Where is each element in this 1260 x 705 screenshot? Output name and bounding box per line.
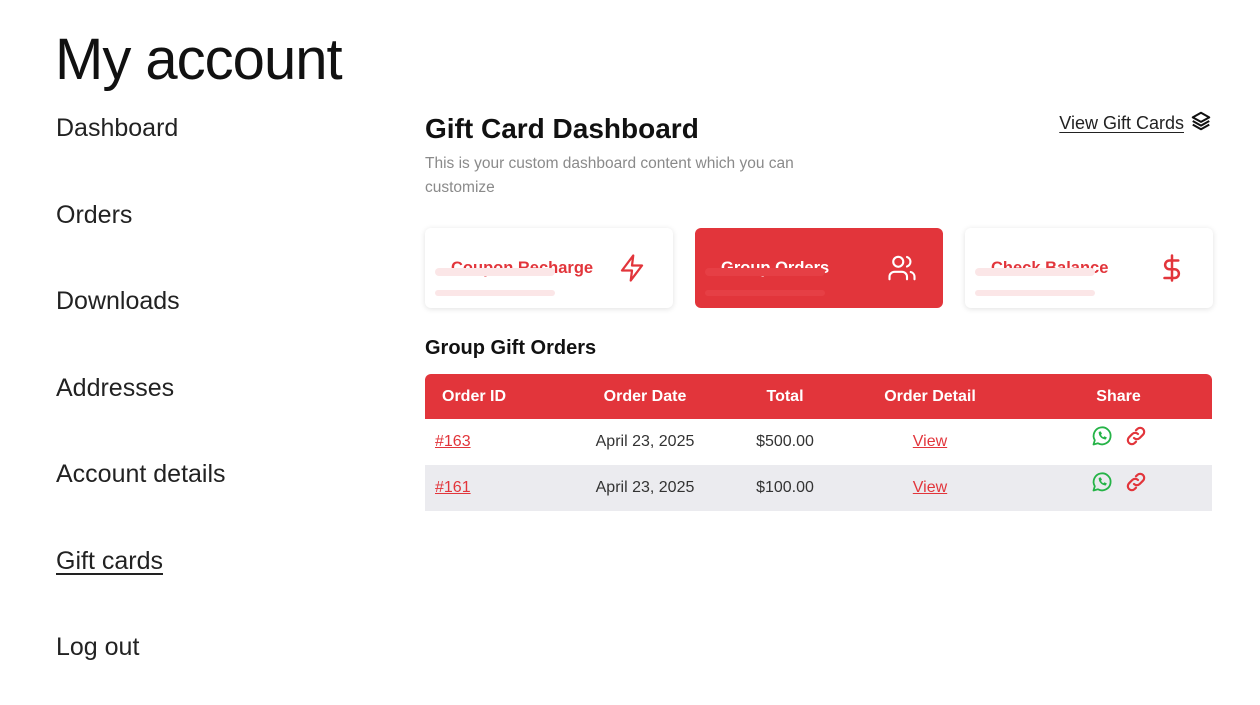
card-placeholder-bar bbox=[705, 268, 825, 276]
view-order-link[interactable]: View bbox=[913, 479, 947, 496]
account-navigation: Dashboard Orders Downloads Addresses Acc… bbox=[56, 113, 356, 705]
nav-item-account-details[interactable]: Account details bbox=[56, 459, 356, 546]
order-date-cell: April 23, 2025 bbox=[555, 465, 735, 511]
action-cards: Coupon Recharge Group Orders bbox=[425, 228, 1213, 308]
order-total-cell: $100.00 bbox=[735, 465, 835, 511]
card-placeholder-bar bbox=[435, 268, 555, 276]
page-title: My account bbox=[55, 27, 343, 92]
view-gift-cards-link[interactable]: View Gift Cards bbox=[1059, 113, 1184, 134]
column-header-total: Total bbox=[766, 387, 804, 405]
nav-item-dashboard[interactable]: Dashboard bbox=[56, 113, 356, 200]
view-gift-cards-link-wrap: View Gift Cards bbox=[1059, 110, 1212, 137]
card-placeholder-bar bbox=[975, 290, 1095, 296]
order-id-cell: #161 bbox=[425, 465, 555, 511]
column-header-order-date: Order Date bbox=[603, 387, 687, 405]
share-cell bbox=[1025, 419, 1212, 465]
card-placeholder-bar bbox=[435, 290, 555, 296]
whatsapp-icon[interactable] bbox=[1090, 424, 1114, 448]
copy-link-icon[interactable] bbox=[1124, 424, 1148, 448]
nav-item-addresses[interactable]: Addresses bbox=[56, 373, 356, 460]
copy-link-icon[interactable] bbox=[1124, 470, 1148, 494]
dashboard-description: This is your custom dashboard content wh… bbox=[425, 155, 794, 196]
card-placeholder-bar bbox=[705, 290, 825, 296]
group-gift-orders-table: Order ID Order Date Total Order Detail S… bbox=[425, 374, 1212, 511]
dollar-icon bbox=[1157, 253, 1187, 283]
nav-item-orders[interactable]: Orders bbox=[56, 200, 356, 287]
nav-item-gift-cards[interactable]: Gift cards bbox=[56, 546, 356, 633]
order-id-cell: #163 bbox=[425, 419, 555, 465]
share-cell bbox=[1025, 465, 1212, 511]
card-placeholder-bar bbox=[975, 268, 1095, 276]
table-row: #161 April 23, 2025 $100.00 View bbox=[425, 465, 1212, 511]
order-detail-cell: View bbox=[835, 419, 1025, 465]
check-balance-card[interactable]: Check Balance bbox=[965, 228, 1213, 308]
layers-icon[interactable] bbox=[1190, 110, 1212, 137]
view-order-link[interactable]: View bbox=[913, 433, 947, 450]
column-header-share: Share bbox=[1096, 387, 1141, 405]
nav-item-log-out[interactable]: Log out bbox=[56, 632, 356, 705]
order-total-cell: $500.00 bbox=[756, 433, 814, 450]
column-header-order-detail: Order Detail bbox=[884, 387, 976, 405]
table-header-row: Order ID Order Date Total Order Detail S… bbox=[425, 374, 1212, 419]
order-id-link[interactable]: #161 bbox=[435, 479, 471, 496]
order-detail-cell: View bbox=[835, 465, 1025, 511]
column-header-order-id: Order ID bbox=[442, 387, 507, 405]
gift-card-dashboard: Gift Card Dashboard This is your custom … bbox=[425, 110, 1213, 511]
group-orders-card[interactable]: Group Orders bbox=[695, 228, 943, 308]
whatsapp-icon[interactable] bbox=[1090, 470, 1114, 494]
nav-item-downloads[interactable]: Downloads bbox=[56, 286, 356, 373]
group-gift-orders-title: Group Gift Orders bbox=[425, 337, 597, 359]
users-icon bbox=[887, 253, 917, 283]
order-id-link[interactable]: #163 bbox=[435, 433, 471, 450]
coupon-recharge-card[interactable]: Coupon Recharge bbox=[425, 228, 673, 308]
table-row: #163 April 23, 2025 $500.00 View bbox=[425, 419, 1212, 465]
order-date-cell: April 23, 2025 bbox=[595, 433, 695, 450]
lightning-icon bbox=[617, 253, 647, 283]
